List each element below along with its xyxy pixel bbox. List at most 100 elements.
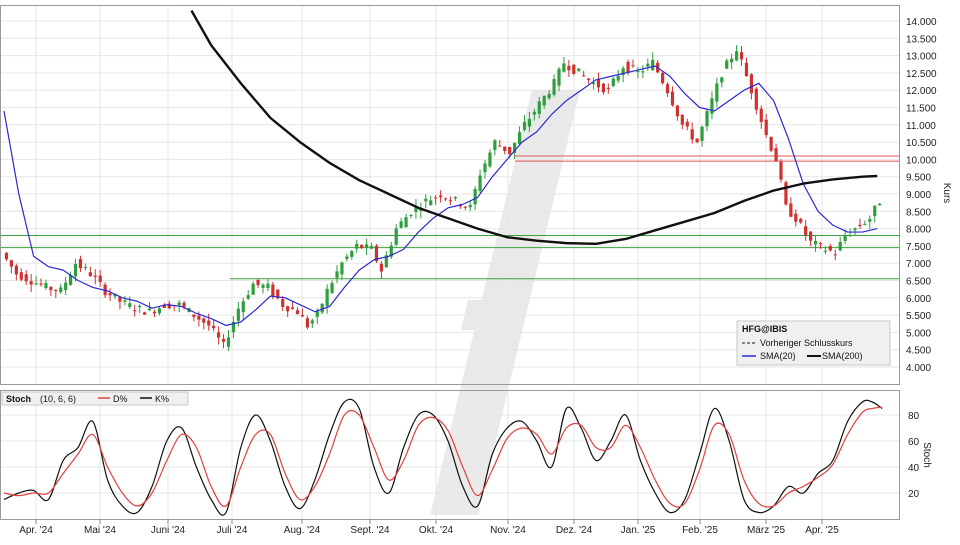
candle-body [848, 234, 852, 236]
candle-body [804, 226, 808, 236]
candle-body [665, 84, 670, 94]
candle-body [587, 78, 591, 81]
price-tick-label: 8.500 [906, 207, 931, 218]
candle-body [345, 256, 349, 260]
candle-body [577, 68, 581, 72]
legend-label-sma20: SMA(20) [760, 351, 796, 361]
legend-box: HFG@IBIS Vorheriger Schlusskurs SMA(20) SMA… [736, 320, 891, 366]
candle-body [133, 310, 137, 312]
x-tick-label: Sept. '24 [350, 525, 390, 536]
candle-body [833, 254, 837, 256]
candle-body [335, 271, 339, 278]
candle-body [439, 195, 443, 198]
candle-body [443, 198, 448, 200]
candle-body [59, 287, 63, 293]
candle-body [147, 308, 152, 311]
candle-body [813, 240, 818, 245]
candle-body [404, 217, 408, 228]
candle-body [271, 284, 275, 297]
candle-body [557, 68, 561, 86]
candle-body [828, 246, 832, 251]
candle-body [399, 221, 403, 228]
stoch-axis-title: Stoch [921, 442, 932, 468]
candle-body [626, 61, 630, 73]
candle-body [143, 312, 147, 315]
candle-body [675, 105, 679, 117]
candle-body [14, 265, 18, 275]
candle-body [868, 219, 872, 222]
price-tick-label: 7.000 [906, 259, 931, 270]
candle-body [49, 286, 53, 291]
stoch-legend-label-d: D% [113, 394, 128, 404]
candle-body [241, 301, 245, 313]
candle-body [93, 275, 97, 277]
price-tick-label: 6.000 [906, 294, 931, 305]
price-tick-label: 10.500 [906, 138, 937, 149]
candle-body [769, 137, 773, 151]
candle-body [212, 325, 216, 329]
candle-body [98, 275, 102, 282]
candle-body [251, 283, 255, 295]
candle-body [527, 118, 531, 127]
candle-body [453, 196, 457, 199]
candle-body [646, 63, 650, 67]
candle-body [730, 58, 734, 63]
candle-body [108, 293, 112, 296]
candle-body [700, 126, 704, 141]
candle-body [429, 200, 433, 206]
candle-body [843, 235, 847, 241]
x-tick-label: Apr. '24 [19, 525, 53, 536]
candle-body [503, 146, 507, 151]
candle-body [192, 314, 196, 317]
candle-body [670, 91, 675, 106]
candle-body [286, 306, 290, 312]
candle-body [379, 263, 383, 272]
candle-body [73, 263, 78, 277]
x-tick-label: Mai '24 [84, 525, 116, 536]
candle-body [473, 188, 477, 205]
candle-body [88, 272, 92, 276]
candle-body [78, 259, 83, 269]
price-tick-label: 13.500 [906, 34, 937, 45]
candle-body [300, 314, 305, 317]
price-tick-label: 10.000 [906, 155, 937, 166]
x-tick-label: März '25 [747, 525, 785, 536]
candle-body [863, 223, 867, 225]
candle-body [330, 282, 334, 293]
candle-body [177, 302, 181, 306]
candle-body [685, 121, 689, 127]
candle-body [878, 203, 882, 206]
candle-body [784, 182, 788, 205]
candle-body [661, 73, 665, 84]
candle-body [493, 140, 497, 150]
candle-body [552, 78, 556, 95]
candle-body [641, 71, 645, 73]
candle-body [498, 145, 502, 147]
candle-body [562, 63, 566, 72]
candle-body [291, 307, 295, 309]
candle-body [128, 303, 132, 307]
candle-body [266, 283, 270, 289]
price-tick-label: 4.000 [906, 363, 931, 374]
candle-body [24, 274, 28, 282]
candle-body [310, 320, 314, 324]
candle-body [256, 279, 260, 285]
candle-body [680, 114, 684, 125]
candle-body [434, 197, 438, 199]
candle-body [340, 262, 344, 275]
candle-body [29, 281, 33, 285]
candle-body [182, 302, 186, 307]
chart-svg: 4.000 4.500 5.000 5.500 6.000 6.500 7.000 7.500… [0, 0, 960, 540]
candle-body [483, 163, 487, 173]
candle-body [759, 108, 763, 122]
price-tick-label: 5.000 [906, 328, 931, 339]
candle-body [651, 59, 655, 71]
x-tick-label: Juli '24 [217, 525, 248, 536]
stoch-legend-title: Stoch [6, 394, 31, 404]
price-tick-label: 9.500 [906, 173, 931, 184]
candle-body [537, 101, 541, 114]
candle-body [83, 267, 87, 269]
candle-body [754, 88, 758, 110]
candle-body [873, 205, 877, 217]
candle-body [64, 282, 68, 290]
